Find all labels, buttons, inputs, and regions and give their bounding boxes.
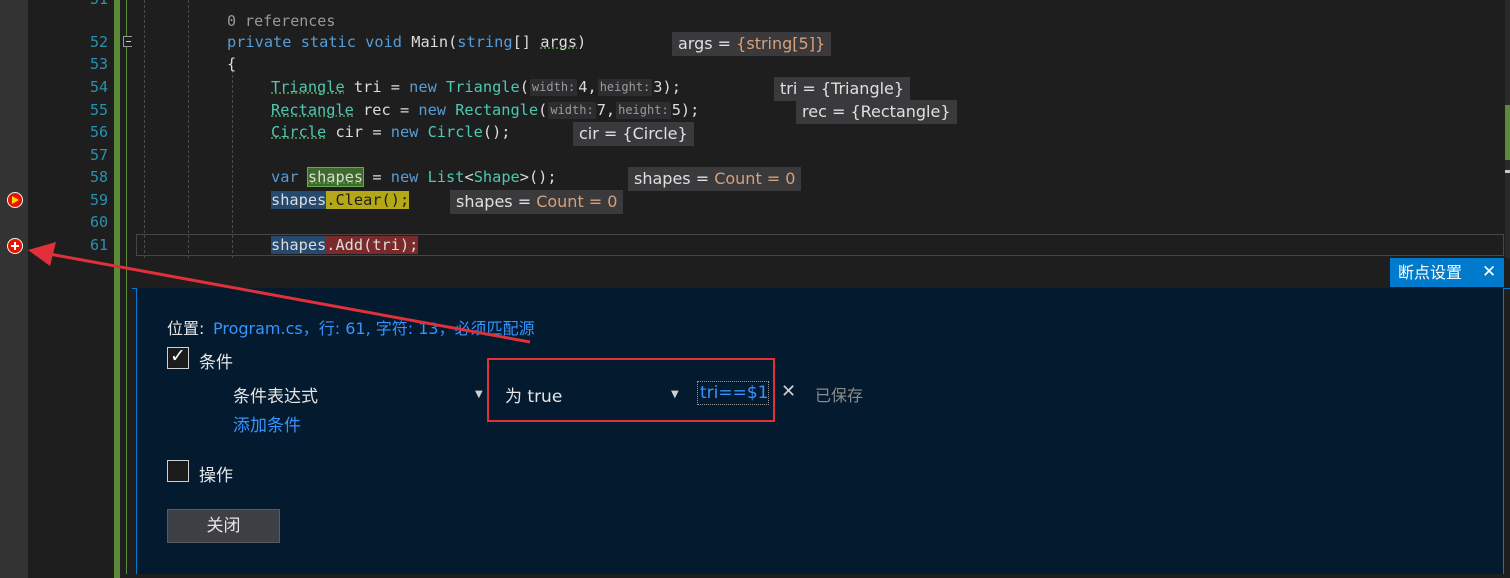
datatip-rec[interactable]: rec = {Rectangle} (796, 100, 957, 124)
bottom-strip (120, 574, 1510, 578)
conditions-label: 条件 (199, 353, 233, 373)
breakpoint-settings-panel: 位置: Program.cs，行: 61, 字符: 13，必须匹配源 条件 条件… (136, 288, 1504, 575)
line-number: 61 (89, 236, 108, 254)
gutter-line (126, 0, 127, 578)
code-line-59: shapes.Clear(); (271, 191, 410, 209)
codelens-references[interactable]: 0 references (227, 10, 335, 32)
current-line-highlight (136, 234, 1504, 256)
datatip-args[interactable]: args = {string[5]} (672, 32, 832, 56)
line-number: 60 (89, 213, 108, 231)
code-line-55: Rectangle rec = new Rectangle(width: 7, he… (271, 101, 700, 119)
location-label: 位置: (167, 319, 205, 338)
close-icon[interactable]: ✕ (1482, 258, 1496, 287)
conditions-checkbox[interactable] (167, 345, 189, 369)
line-number: 54 (89, 78, 108, 96)
remove-condition-icon[interactable]: ✕ (781, 381, 796, 402)
saved-status: 已保存 (815, 386, 864, 405)
scrollbar-change-marker (1505, 105, 1510, 160)
indent-guide (144, 0, 145, 258)
line-number: 57 (89, 146, 108, 164)
code-editor[interactable]: 0 references private static void Main(st… (132, 0, 1510, 258)
scrollbar-position-marker (1505, 170, 1510, 173)
breakpoint-conditional-icon[interactable] (7, 238, 23, 254)
datatip-cir[interactable]: cir = {Circle} (573, 122, 694, 146)
line-number: 59 (89, 191, 108, 209)
condition-expression-input[interactable]: tri==$1 (697, 381, 769, 405)
indent-guide (232, 70, 233, 258)
chevron-down-icon[interactable]: ▼ (475, 389, 483, 400)
chevron-down-icon[interactable]: ▼ (671, 389, 679, 400)
glyph-margin[interactable] (0, 0, 28, 578)
breakpoint-settings-title: 断点设置 (1398, 263, 1463, 282)
add-condition-link[interactable]: 添加条件 (233, 411, 301, 436)
line-number: 52 (89, 33, 108, 51)
code-line-52: private static void Main(string[] args) (227, 33, 587, 51)
indent-guide (188, 0, 189, 258)
inline-hint: height: (597, 79, 653, 96)
breakpoint-settings-tab[interactable]: 断点设置 ✕ (1390, 258, 1504, 287)
line-number: 53 (89, 55, 108, 73)
inline-hint: height: (616, 102, 671, 119)
code-line-53: { (227, 55, 237, 73)
code-line-56: Circle cir = new Circle(); (271, 123, 511, 141)
condition-mode-dropdown[interactable]: 为 true (505, 382, 562, 407)
line-number: 55 (89, 101, 108, 119)
breakpoint-settings-header (132, 258, 1510, 289)
code-line-58: var shapes = new List<Shape>(); (271, 167, 557, 187)
breakpoint-current-icon[interactable] (7, 192, 23, 208)
line-number: 58 (89, 168, 108, 186)
datatip-shapes-58[interactable]: shapes = Count = 0 (628, 167, 802, 191)
datatip-shapes-59[interactable]: shapes = Count = 0 (450, 190, 624, 214)
line-number: 56 (89, 123, 108, 141)
line-number: 51 (28, 0, 108, 10)
code-line-54: Triangle tri = new Triangle(width: 4, heig… (271, 78, 681, 96)
inline-hint: width: (548, 102, 596, 119)
execution-arrow-icon (12, 196, 19, 204)
location-link[interactable]: Program.cs，行: 61, 字符: 13，必须匹配源 (213, 315, 535, 339)
actions-label: 操作 (199, 466, 233, 486)
inline-hint: width: (529, 79, 578, 96)
datatip-tri[interactable]: tri = {Triangle} (774, 77, 911, 101)
condition-type-dropdown[interactable]: 条件表达式 (233, 382, 318, 407)
close-button[interactable]: 关闭 (167, 509, 280, 543)
actions-checkbox[interactable] (167, 460, 189, 482)
